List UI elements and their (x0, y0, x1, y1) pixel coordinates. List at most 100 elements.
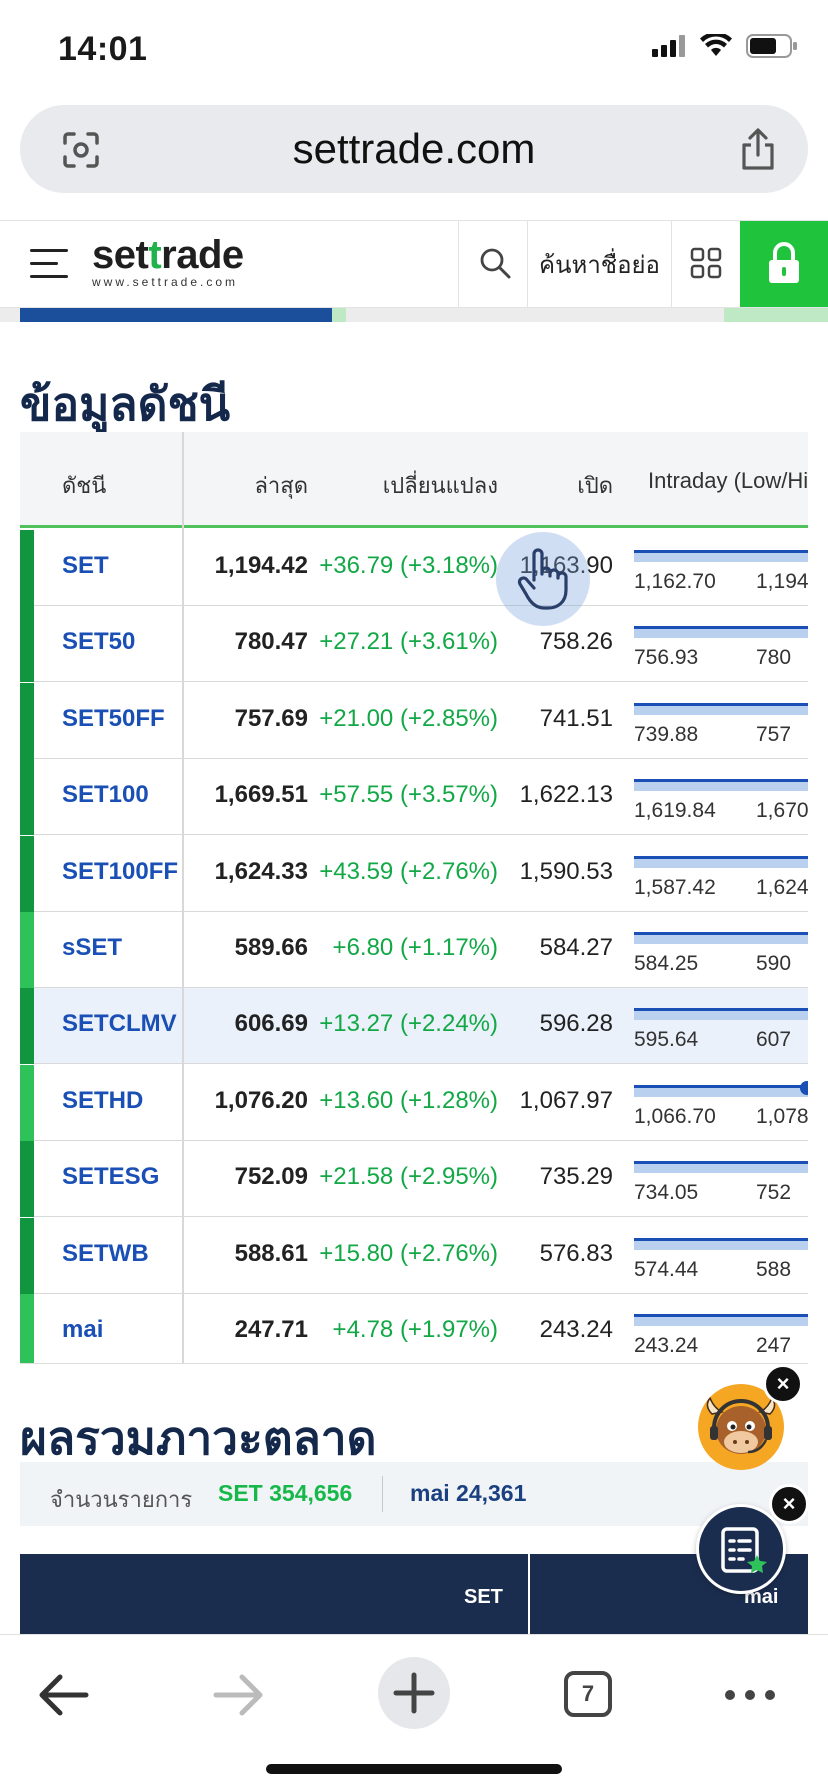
intraday-range-bar (634, 626, 808, 639)
col-set: SET (464, 1586, 503, 1608)
intraday-high: 1,194 (756, 570, 808, 593)
index-name-link[interactable]: SET100 (62, 781, 149, 809)
market-header-divider (528, 1554, 530, 1634)
col-last: ล่าสุด (254, 473, 308, 498)
tab-strip-green-right (724, 308, 828, 322)
open-price: 243.24 (539, 1316, 613, 1343)
intraday-high: 1,624 (756, 875, 808, 899)
intraday-range-bar (634, 855, 808, 868)
intraday-range-bar (634, 702, 808, 715)
price-change: +21.00 (+2.85%) (319, 704, 498, 732)
price-change: +4.78 (+1.97%) (332, 1316, 498, 1343)
close-mascot-button[interactable]: × (763, 1364, 803, 1404)
tab-strip-active (20, 308, 332, 322)
deals-label: จำนวนรายการ (50, 1487, 193, 1512)
intraday-low: 1,066.70 (634, 1104, 716, 1128)
intraday-high: 780 (756, 646, 792, 670)
close-watchlist-button[interactable]: × (769, 1484, 809, 1524)
status-icons (652, 34, 798, 58)
intraday-range-bar (634, 1237, 808, 1250)
price-change: +6.80 (+1.17%) (332, 934, 498, 961)
intraday-high: 1,078 (756, 1104, 808, 1128)
last-price: 1,076.20 (214, 1086, 308, 1114)
search-button[interactable] (458, 221, 528, 307)
forward-arrow-icon[interactable] (200, 1657, 276, 1733)
table-row[interactable]: SET100 1,669.51 +57.55 (+3.57%) 1,622.13 1,6… (20, 759, 808, 836)
symbol-search-button[interactable]: ค้นหาชื่อย่อ (528, 221, 672, 307)
last-price: 752.09 (234, 1163, 308, 1191)
frozen-column-divider (182, 432, 184, 1363)
table-row[interactable]: SETESG 752.09 +21.58 (+2.95%) 735.29 734.05 7… (20, 1141, 808, 1218)
back-arrow-icon[interactable] (26, 1657, 102, 1733)
address-bar[interactable]: settrade.com (20, 105, 808, 193)
wifi-icon (700, 34, 732, 56)
index-name-link[interactable]: sSET (62, 934, 122, 962)
col-open: เปิด (577, 473, 613, 498)
table-row[interactable]: SET50 780.47 +27.21 (+3.61%) 758.26 756.93 78… (20, 606, 808, 683)
table-row[interactable]: SET100FF 1,624.33 +43.59 (+2.76%) 1,590.53 1… (20, 835, 808, 912)
menu-icon[interactable] (30, 249, 68, 281)
index-name-link[interactable]: SETCLMV (62, 1010, 177, 1038)
open-price: 576.83 (539, 1239, 613, 1267)
intraday-low: 595.64 (634, 1028, 699, 1052)
price-change: +36.79 (+3.18%) (319, 552, 498, 579)
trend-bar (20, 988, 34, 1065)
intraday-range-bar (634, 1080, 808, 1097)
share-icon[interactable] (738, 127, 778, 171)
table-row[interactable]: mai 247.71 +4.78 (+1.97%) 243.24 243.24 247 (20, 1294, 808, 1363)
table-row[interactable]: SETHD 1,076.20 +13.60 (+1.28%) 1,067.97 1,06… (20, 1064, 808, 1141)
market-table-header: SET mai (20, 1554, 808, 1634)
plus-icon (393, 1672, 435, 1714)
table-row[interactable]: SETCLMV 606.69 +13.27 (+2.24%) 596.28 595.64… (20, 988, 808, 1065)
touch-indicator (496, 532, 590, 626)
trend-bar (20, 606, 34, 683)
intraday-range-bar (634, 932, 808, 944)
trend-bar (20, 835, 34, 912)
settrade-logo[interactable]: settrade www.settrade.com (92, 233, 244, 289)
intraday-high: 752 (756, 1181, 792, 1205)
status-time: 14:01 (58, 30, 148, 68)
open-price: 596.28 (539, 1010, 613, 1038)
apps-button[interactable] (672, 221, 740, 307)
login-button[interactable] (740, 221, 828, 307)
url-text[interactable]: settrade.com (20, 125, 808, 173)
index-name-link[interactable]: SETESG (62, 1163, 159, 1191)
watchlist-float-button[interactable] (696, 1504, 786, 1594)
table-row[interactable]: sSET 589.66 +6.80 (+1.17%) 584.27 584.25 590 (20, 912, 808, 988)
status-bar: 14:01 (0, 0, 828, 100)
trend-bar (20, 912, 34, 988)
col-index: ดัชนี (62, 473, 107, 498)
deals-set-value: SET 354,656 (218, 1480, 353, 1506)
last-price: 780.47 (234, 628, 308, 656)
deals-summary: จำนวนรายการ SET 354,656 mai 24,361 (20, 1462, 808, 1526)
index-name-link[interactable]: SETHD (62, 1087, 143, 1115)
battery-icon (746, 34, 797, 58)
trend-bar (20, 1064, 34, 1141)
intraday-low: 1,587.42 (634, 875, 716, 899)
last-price: 247.71 (234, 1316, 308, 1343)
index-name-link[interactable]: mai (62, 1316, 103, 1344)
open-price: 741.51 (539, 704, 613, 732)
intraday-low: 574.44 (634, 1257, 699, 1281)
trend-bar (20, 759, 34, 836)
table-row[interactable]: SET50FF 757.69 +21.00 (+2.85%) 741.51 739.88… (20, 682, 808, 759)
more-options-icon[interactable] (712, 1657, 788, 1733)
table-row[interactable]: SET 1,194.42 +36.79 (+3.18%) 1,163.90 1,162.… (20, 530, 808, 606)
index-name-link[interactable]: SET (62, 552, 109, 580)
price-change: +57.55 (+3.57%) (319, 781, 498, 809)
tab-strip-green-left (332, 308, 346, 322)
index-name-link[interactable]: SET50FF (62, 705, 165, 733)
intraday-high: 1,670 (756, 799, 808, 823)
home-indicator (266, 1764, 562, 1774)
intraday-high: 757 (756, 722, 792, 746)
index-name-link[interactable]: SET100FF (62, 858, 178, 886)
tabs-button[interactable]: 7 (564, 1671, 612, 1717)
open-price: 758.26 (539, 628, 613, 656)
intraday-low: 1,162.70 (634, 570, 716, 593)
price-change: +27.21 (+3.61%) (319, 628, 498, 656)
table-row[interactable]: SETWB 588.61 +15.80 (+2.76%) 576.83 574.44 58… (20, 1217, 808, 1294)
index-name-link[interactable]: SET50 (62, 628, 135, 656)
index-section-title: ข้อมูลดัชนี (20, 378, 231, 430)
index-name-link[interactable]: SETWB (62, 1240, 149, 1268)
new-tab-button[interactable] (378, 1657, 450, 1729)
